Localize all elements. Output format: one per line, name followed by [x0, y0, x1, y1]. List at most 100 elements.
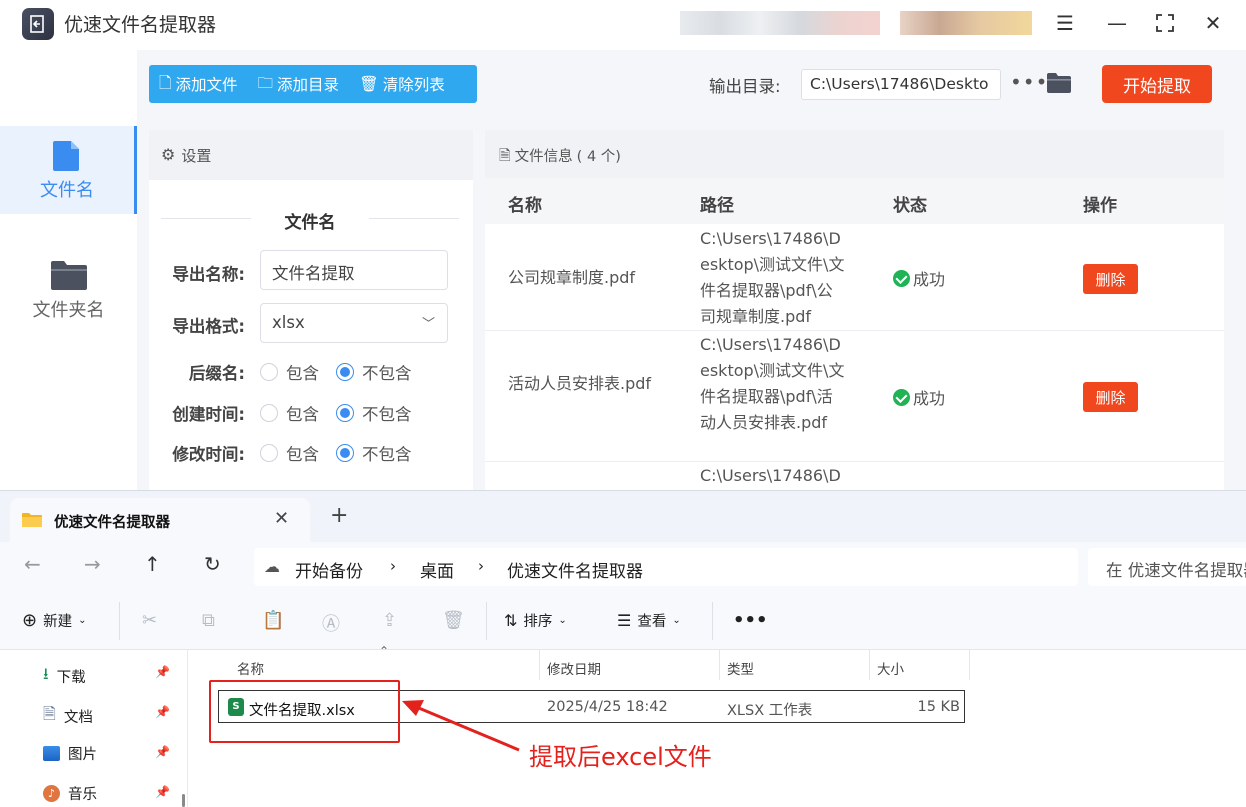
maximize-icon[interactable] [1148, 8, 1182, 38]
column-header-type[interactable]: 类型 [727, 658, 754, 678]
modified-time-radio-group: 包含 不包含 [260, 441, 412, 465]
trash-icon: 🗑 [359, 75, 379, 93]
file-count: ( 4 个) [576, 149, 621, 165]
file-toolbar: 🗋 添加文件 🗀 添加目录 🗑 清除列表 [149, 65, 477, 103]
app-window: 优速文件名提取器 ☰ — ✕ 文件名 文件夹名 🗋 添加文件 🗀 添加目录 🗑 … [0, 0, 1246, 490]
breadcrumb-item[interactable]: 桌面 [420, 557, 454, 582]
file-modified: 2025/4/25 18:42 [547, 699, 668, 715]
export-format-value: xlsx [272, 313, 305, 332]
close-icon[interactable]: ✕ [1196, 8, 1230, 38]
quick-access-documents[interactable]: 🗎 文档 [43, 703, 93, 730]
up-arrow-icon[interactable]: ↑ [144, 552, 161, 576]
chevron-down-icon: ﹀ [421, 317, 435, 332]
sidebar-item-filename[interactable]: 文件名 [0, 126, 137, 214]
file-info-title: 文件信息 [514, 149, 573, 165]
menu-icon[interactable]: ☰ [1048, 8, 1082, 38]
annotation-arrow [402, 700, 520, 752]
file-path-cell: C:\Users\17486\Desktop\测试文件\文件名提取器\pdf\活… [700, 335, 845, 432]
rename-icon[interactable]: Ⓐ [322, 610, 340, 636]
folder-icon [22, 512, 42, 532]
more-options-button[interactable]: ••• [1010, 70, 1048, 94]
breadcrumb-item[interactable]: 优速文件名提取器 [507, 557, 643, 582]
scrollbar-thumb[interactable] [182, 794, 185, 807]
file-size: 15 KB [917, 699, 960, 715]
blurred-account-info [680, 11, 880, 35]
paste-icon[interactable]: 📋 [262, 610, 284, 631]
picture-icon [43, 746, 60, 761]
modified-include-radio[interactable] [260, 444, 278, 462]
export-format-select[interactable]: xlsx ﹀ [260, 303, 448, 343]
sidebar: 文件名 文件夹名 [0, 50, 137, 490]
document-icon: 🗎 [499, 148, 511, 164]
add-dir-label: 添加目录 [277, 76, 340, 94]
export-name-label: 导出名称: [172, 265, 245, 284]
column-header: 状态 [893, 196, 927, 216]
new-button[interactable]: ⊕ 新建 ⌄ [22, 610, 86, 631]
blurred-avatar [900, 11, 1032, 35]
modified-exclude-radio[interactable] [336, 444, 354, 462]
delete-button[interactable]: 删除 [1083, 382, 1138, 412]
view-label: 查看 [637, 614, 667, 630]
add-file-button[interactable]: 🗋 添加文件 [149, 71, 247, 98]
quick-access-pictures[interactable]: 图片 [43, 743, 97, 764]
open-folder-icon[interactable] [1046, 72, 1072, 98]
delete-button[interactable]: 删除 [1083, 264, 1138, 294]
share-icon[interactable]: ⇪ [382, 610, 397, 631]
back-arrow-icon[interactable]: ← [24, 552, 41, 576]
sidebar-item-foldername[interactable]: 文件夹名 [0, 246, 137, 334]
column-header-size[interactable]: 大小 [877, 658, 904, 678]
delete-icon[interactable]: 🗑 [442, 610, 465, 631]
more-commands-button[interactable]: ••• [733, 610, 768, 631]
document-icon: 🗎 [43, 704, 56, 723]
add-dir-button[interactable]: 🗀 添加目录 [247, 71, 349, 98]
copy-icon[interactable]: ⧉ [202, 610, 215, 631]
quick-access-label: 图片 [68, 747, 97, 763]
sort-button[interactable]: ⇅ 排序 ⌄ [504, 610, 567, 631]
download-icon: ⭳ [43, 664, 49, 683]
quick-access-label: 音乐 [68, 787, 97, 803]
minimize-icon[interactable]: — [1100, 8, 1134, 38]
output-dir-input[interactable]: C:\Users\17486\Deskto [801, 69, 1001, 100]
navigation-pane: ⭳ 下载 📌 🗎 文档 📌 图片 📌 ♪ 音乐 📌 [0, 650, 188, 807]
refresh-icon[interactable]: ↻ [204, 552, 221, 576]
forward-arrow-icon[interactable]: → [84, 552, 101, 576]
clear-list-label: 清除列表 [382, 76, 445, 94]
status-cell: 成功 [893, 385, 945, 409]
new-tab-button[interactable]: + [330, 503, 348, 528]
breadcrumb-item[interactable]: 开始备份 [295, 557, 363, 582]
chevron-down-icon: ⌄ [78, 615, 87, 626]
music-icon: ♪ [43, 785, 60, 802]
radio-label: 包含 [286, 405, 319, 424]
quick-access-music[interactable]: ♪ 音乐 [43, 783, 97, 804]
view-button[interactable]: ☰ 查看 ⌄ [617, 610, 681, 631]
suffix-exclude-radio[interactable] [336, 363, 354, 381]
sort-caret-icon: ⌃ [379, 644, 390, 658]
column-header-modified[interactable]: 修改日期 [547, 658, 601, 678]
created-exclude-radio[interactable] [336, 404, 354, 422]
cloud-backup-icon: ☁ [264, 557, 280, 576]
new-label: 新建 [43, 614, 73, 630]
suffix-include-radio[interactable] [260, 363, 278, 381]
table-row: 公司规章制度.pdf C:\Users\17486\Desktop\测试文件\文… [485, 225, 1224, 331]
explorer-tab[interactable]: 优速文件名提取器 ✕ [10, 498, 310, 542]
file-info-panel: 🗎 文件信息 ( 4 个) 名称 路径 状态 操作 公司规章制度.pdf C:\… [485, 130, 1224, 490]
radio-label: 不包含 [362, 364, 412, 383]
start-extract-button[interactable]: 开始提取 [1102, 65, 1212, 103]
breadcrumb[interactable]: ☁ 开始备份 › 桌面 › 优速文件名提取器 [254, 548, 1078, 586]
quick-access-label: 下载 [56, 670, 86, 686]
search-input[interactable]: 在 优速文件名提取器 [1088, 548, 1246, 586]
settings-header: ⚙ 设置 [149, 130, 473, 180]
created-include-radio[interactable] [260, 404, 278, 422]
success-check-icon [893, 269, 910, 287]
radio-label: 不包含 [362, 445, 412, 464]
clear-list-button[interactable]: 🗑 清除列表 [349, 73, 455, 95]
close-tab-icon[interactable]: ✕ [274, 508, 289, 529]
quick-access-downloads[interactable]: ⭳ 下载 [43, 663, 86, 690]
quick-access-label: 文档 [63, 710, 93, 726]
export-name-input[interactable]: 文件名提取 [260, 250, 448, 290]
column-header: 路径 [700, 196, 734, 216]
cut-icon[interactable]: ✂ [142, 610, 157, 631]
column-header-name[interactable]: 名称 [237, 658, 264, 678]
radio-label: 包含 [286, 364, 319, 383]
output-dir-label: 输出目录: [709, 77, 781, 96]
